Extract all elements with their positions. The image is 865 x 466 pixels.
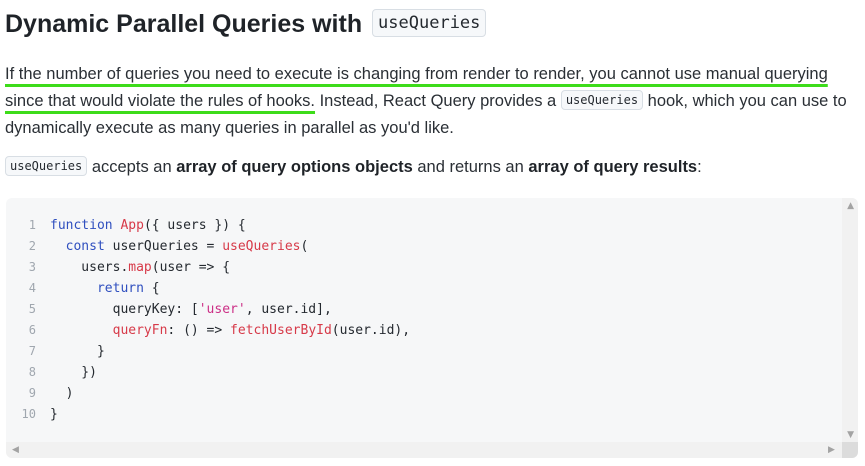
code-token: useQueries bbox=[222, 239, 301, 254]
scrollbar-corner bbox=[842, 442, 858, 458]
paragraph-text: accepts an bbox=[87, 158, 177, 176]
inline-code-usequeries: useQueries bbox=[560, 89, 644, 110]
section-heading: Dynamic Parallel Queries with useQueries bbox=[5, 6, 487, 42]
bold-text: array of query results bbox=[528, 158, 698, 176]
inline-code-usequeries: useQueries bbox=[5, 155, 88, 176]
code-line: 9 ) bbox=[6, 383, 410, 404]
scroll-left-arrow-icon[interactable]: ◀ bbox=[12, 445, 19, 455]
line-number: 3 bbox=[28, 260, 36, 274]
code-line: 1 function App({ users }) { bbox=[6, 215, 410, 236]
code-token: map bbox=[128, 260, 152, 275]
bold-text: array of query options objects bbox=[176, 158, 413, 176]
scroll-right-arrow-icon[interactable]: ▶ bbox=[828, 445, 835, 455]
description-paragraph: useQueries accepts an array of query opt… bbox=[5, 155, 863, 180]
code-token: users. bbox=[50, 260, 129, 275]
scroll-down-arrow-icon[interactable]: ▼ bbox=[847, 430, 854, 440]
intro-paragraph: If the number of queries you need to exe… bbox=[5, 61, 863, 142]
line-number: 4 bbox=[28, 281, 36, 295]
line-number: 10 bbox=[21, 407, 36, 421]
code-line: 4 return { bbox=[6, 278, 410, 299]
line-number: 5 bbox=[28, 302, 36, 316]
line-number: 6 bbox=[28, 323, 36, 337]
code-token: ({ users }) { bbox=[143, 218, 246, 233]
code-token: ( bbox=[300, 239, 309, 254]
code-line: 7 } bbox=[6, 341, 410, 362]
code-line: 2 const userQueries = useQueries( bbox=[6, 236, 410, 257]
code-token: return bbox=[96, 281, 152, 296]
paragraph-text: and returns an bbox=[412, 158, 529, 176]
code-line: 5 queryKey: ['user', user.id], bbox=[6, 299, 410, 320]
code-lines: 1 function App({ users }) { 2 const userQu… bbox=[6, 215, 411, 425]
code-token: fetchUserById bbox=[230, 323, 332, 338]
code-token: queryKey: [ bbox=[50, 302, 199, 317]
code-token: const bbox=[65, 239, 113, 254]
line-number: 7 bbox=[28, 344, 36, 358]
heading-inline-code: useQueries bbox=[372, 9, 487, 38]
code-block: 1 function App({ users }) { 2 const userQu… bbox=[6, 198, 858, 458]
scroll-up-arrow-icon[interactable]: ▲ bbox=[847, 201, 854, 211]
code-token: } bbox=[50, 344, 105, 359]
code-token: } bbox=[50, 407, 58, 422]
heading-text: Dynamic Parallel Queries with bbox=[5, 10, 363, 38]
line-number: 2 bbox=[28, 239, 36, 253]
paragraph-text: Instead, React Query provides a bbox=[315, 92, 561, 110]
highlighted-sentence-line1: If the number of queries you need to exe… bbox=[5, 65, 828, 83]
code-token: ) bbox=[50, 386, 74, 401]
line-number: 9 bbox=[28, 386, 36, 400]
line-number: 1 bbox=[28, 218, 36, 232]
code-line: 8 }) bbox=[6, 362, 410, 383]
code-token: : () => bbox=[167, 323, 231, 338]
code-token: (user.id), bbox=[331, 323, 411, 338]
code-token: { bbox=[151, 281, 160, 296]
code-line: 3 users.map(user => { bbox=[6, 257, 410, 278]
code-token: }) bbox=[50, 365, 97, 380]
code-token: 'user' bbox=[198, 302, 246, 317]
code-line: 6 queryFn: () => fetchUserById(user.id), bbox=[6, 320, 410, 341]
line-number: 8 bbox=[28, 365, 36, 379]
code-token: function bbox=[50, 218, 121, 233]
code-line: 10} bbox=[6, 404, 410, 425]
code-token: queryFn bbox=[112, 323, 168, 338]
vertical-scrollbar[interactable]: ▲ ▼ bbox=[842, 198, 858, 443]
horizontal-scrollbar[interactable]: ◀ ▶ bbox=[6, 442, 842, 458]
code-token: (user => { bbox=[151, 260, 231, 275]
highlighted-sentence-line2: since that would violate the rules of ho… bbox=[5, 92, 316, 110]
code-token: userQueries = bbox=[112, 239, 223, 254]
code-token: App bbox=[120, 218, 144, 233]
code-token: , user.id], bbox=[245, 302, 332, 317]
paragraph-text: : bbox=[697, 158, 702, 176]
